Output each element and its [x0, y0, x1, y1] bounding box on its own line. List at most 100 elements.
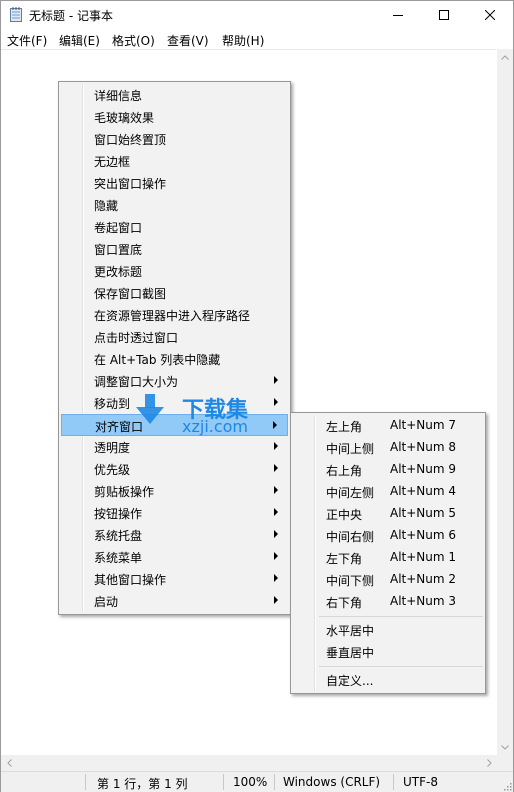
- menu-edit[interactable]: 编辑(E): [59, 32, 100, 49]
- chevron-left-icon: [6, 759, 12, 767]
- align-item-label: 水平居中: [326, 624, 375, 638]
- align-top-left[interactable]: 左上角 Alt+Num 7: [293, 415, 483, 437]
- menu-item-label: 无边框: [94, 155, 131, 169]
- submenu-arrow-icon: [274, 508, 278, 516]
- align-center[interactable]: 正中央 Alt+Num 5: [293, 503, 483, 525]
- menu-item-label: 窗口始终置顶: [94, 133, 167, 147]
- menu-item-label: 保存窗口截图: [94, 287, 167, 301]
- menu-item-hide-in-alt-tab[interactable]: 在 Alt+Tab 列表中隐藏: [61, 348, 288, 370]
- menu-item-label: 在资源管理器中进入程序路径: [94, 309, 251, 323]
- align-item-label: 左下角: [326, 552, 363, 566]
- download-arrow-icon: [136, 394, 164, 424]
- align-item-label: 右上角: [326, 464, 363, 478]
- center-vertical[interactable]: 垂直居中: [293, 641, 483, 663]
- submenu-arrow-icon: [274, 442, 278, 450]
- align-shortcut: Alt+Num 7: [390, 418, 457, 432]
- menu-item-label: 按钮操作: [94, 507, 143, 521]
- submenu-arrow-icon: [274, 552, 278, 560]
- menu-item-system-tray[interactable]: 系统托盘: [61, 524, 288, 546]
- menu-item-borderless[interactable]: 无边框: [61, 150, 288, 172]
- scroll-right-button[interactable]: [481, 755, 497, 771]
- menu-item-priority[interactable]: 优先级: [61, 458, 288, 480]
- horizontal-scrollbar[interactable]: [1, 755, 497, 771]
- menu-help[interactable]: 帮助(H): [222, 32, 264, 49]
- menu-bar: 文件(F) 编辑(E) 格式(O) 查看(V) 帮助(H): [1, 29, 513, 49]
- align-bottom-center[interactable]: 中间下侧 Alt+Num 2: [293, 569, 483, 591]
- submenu-arrow-icon: [274, 530, 278, 538]
- line-ending: Windows (CRLF): [283, 775, 381, 789]
- status-divider: [274, 774, 275, 790]
- encoding: UTF-8: [403, 775, 438, 789]
- menu-item-label: 剪贴板操作: [94, 485, 155, 499]
- menu-item-label: 点击时透过窗口: [94, 331, 179, 345]
- menu-item-label: 毛玻璃效果: [94, 111, 155, 125]
- menu-item-label: 窗口置底: [94, 243, 143, 257]
- menu-item-open-in-explorer[interactable]: 在资源管理器中进入程序路径: [61, 304, 288, 326]
- menu-item-hide[interactable]: 隐藏: [61, 194, 288, 216]
- menu-item-change-title[interactable]: 更改标题: [61, 260, 288, 282]
- align-middle-right[interactable]: 中间右侧 Alt+Num 6: [293, 525, 483, 547]
- menu-item-button-ops[interactable]: 按钮操作: [61, 502, 288, 524]
- scroll-up-button[interactable]: [497, 49, 513, 65]
- menu-item-label: 启动: [94, 595, 119, 609]
- submenu-arrow-icon: [274, 376, 278, 384]
- menu-item-save-screenshot[interactable]: 保存窗口截图: [61, 282, 288, 304]
- close-icon: [485, 10, 495, 20]
- chevron-down-icon: [501, 744, 509, 750]
- menu-item-label: 在 Alt+Tab 列表中隐藏: [94, 353, 221, 367]
- menu-item-label: 卷起窗口: [94, 221, 143, 235]
- align-top-right[interactable]: 右上角 Alt+Num 9: [293, 459, 483, 481]
- maximize-icon: [439, 10, 449, 20]
- scroll-down-button[interactable]: [497, 739, 513, 755]
- align-item-label: 正中央: [326, 508, 363, 522]
- align-shortcut: Alt+Num 9: [390, 462, 457, 476]
- menu-item-label: 更改标题: [94, 265, 143, 279]
- menu-item-system-menu[interactable]: 系统菜单: [61, 546, 288, 568]
- menu-item-other-window-ops[interactable]: 其他窗口操作: [61, 568, 288, 590]
- align-custom[interactable]: 自定义...: [293, 669, 483, 691]
- chevron-up-icon: [501, 54, 509, 60]
- menu-format[interactable]: 格式(O): [112, 32, 155, 49]
- vertical-scrollbar[interactable]: [497, 49, 513, 755]
- scroll-left-button[interactable]: [1, 755, 17, 771]
- menu-item-frosted-glass[interactable]: 毛玻璃效果: [61, 106, 288, 128]
- center-horizontal[interactable]: 水平居中: [293, 619, 483, 641]
- menu-item-launch[interactable]: 启动: [61, 590, 288, 612]
- maximize-button[interactable]: [421, 1, 467, 29]
- align-item-label: 中间上侧: [326, 442, 375, 456]
- align-shortcut: Alt+Num 6: [390, 528, 457, 542]
- menu-item-roll-up[interactable]: 卷起窗口: [61, 216, 288, 238]
- watermark: 下载集 xzji.com: [134, 392, 264, 438]
- close-button[interactable]: [467, 1, 513, 29]
- menu-item-details[interactable]: 详细信息: [61, 84, 288, 106]
- status-divider: [393, 774, 394, 790]
- align-shortcut: Alt+Num 3: [390, 594, 457, 608]
- scrollbar-corner: [497, 755, 513, 771]
- status-bar: 第 1 行，第 1 列 100% Windows (CRLF) UTF-8: [1, 771, 513, 792]
- align-bottom-right[interactable]: 右下角 Alt+Num 3: [293, 591, 483, 613]
- menu-item-transparency[interactable]: 透明度: [61, 436, 288, 458]
- resize-grip-icon[interactable]: [502, 781, 512, 791]
- minimize-button[interactable]: [375, 1, 421, 29]
- status-divider: [85, 774, 86, 790]
- menu-item-highlight-ops[interactable]: 突出窗口操作: [61, 172, 288, 194]
- chevron-right-icon: [486, 759, 492, 767]
- menu-item-send-to-bottom[interactable]: 窗口置底: [61, 238, 288, 260]
- menu-view[interactable]: 查看(V): [167, 32, 209, 49]
- align-item-label: 垂直居中: [326, 646, 375, 660]
- title-bar[interactable]: 无标题 - 记事本: [1, 1, 513, 29]
- cursor-position: 第 1 行，第 1 列: [97, 777, 188, 791]
- menu-item-label: 突出窗口操作: [94, 177, 167, 191]
- menu-item-resize-to[interactable]: 调整窗口大小为: [61, 370, 288, 392]
- menu-item-label: 隐藏: [94, 199, 119, 213]
- menu-item-always-on-top[interactable]: 窗口始终置顶: [61, 128, 288, 150]
- align-top-center[interactable]: 中间上侧 Alt+Num 8: [293, 437, 483, 459]
- menu-item-label: 优先级: [94, 463, 131, 477]
- submenu-arrow-icon: [274, 596, 278, 604]
- menu-item-click-through[interactable]: 点击时透过窗口: [61, 326, 288, 348]
- menu-file[interactable]: 文件(F): [7, 32, 47, 49]
- submenu-arrow-icon: [273, 421, 277, 429]
- align-bottom-left[interactable]: 左下角 Alt+Num 1: [293, 547, 483, 569]
- menu-item-clipboard-ops[interactable]: 剪贴板操作: [61, 480, 288, 502]
- align-middle-left[interactable]: 中间左侧 Alt+Num 4: [293, 481, 483, 503]
